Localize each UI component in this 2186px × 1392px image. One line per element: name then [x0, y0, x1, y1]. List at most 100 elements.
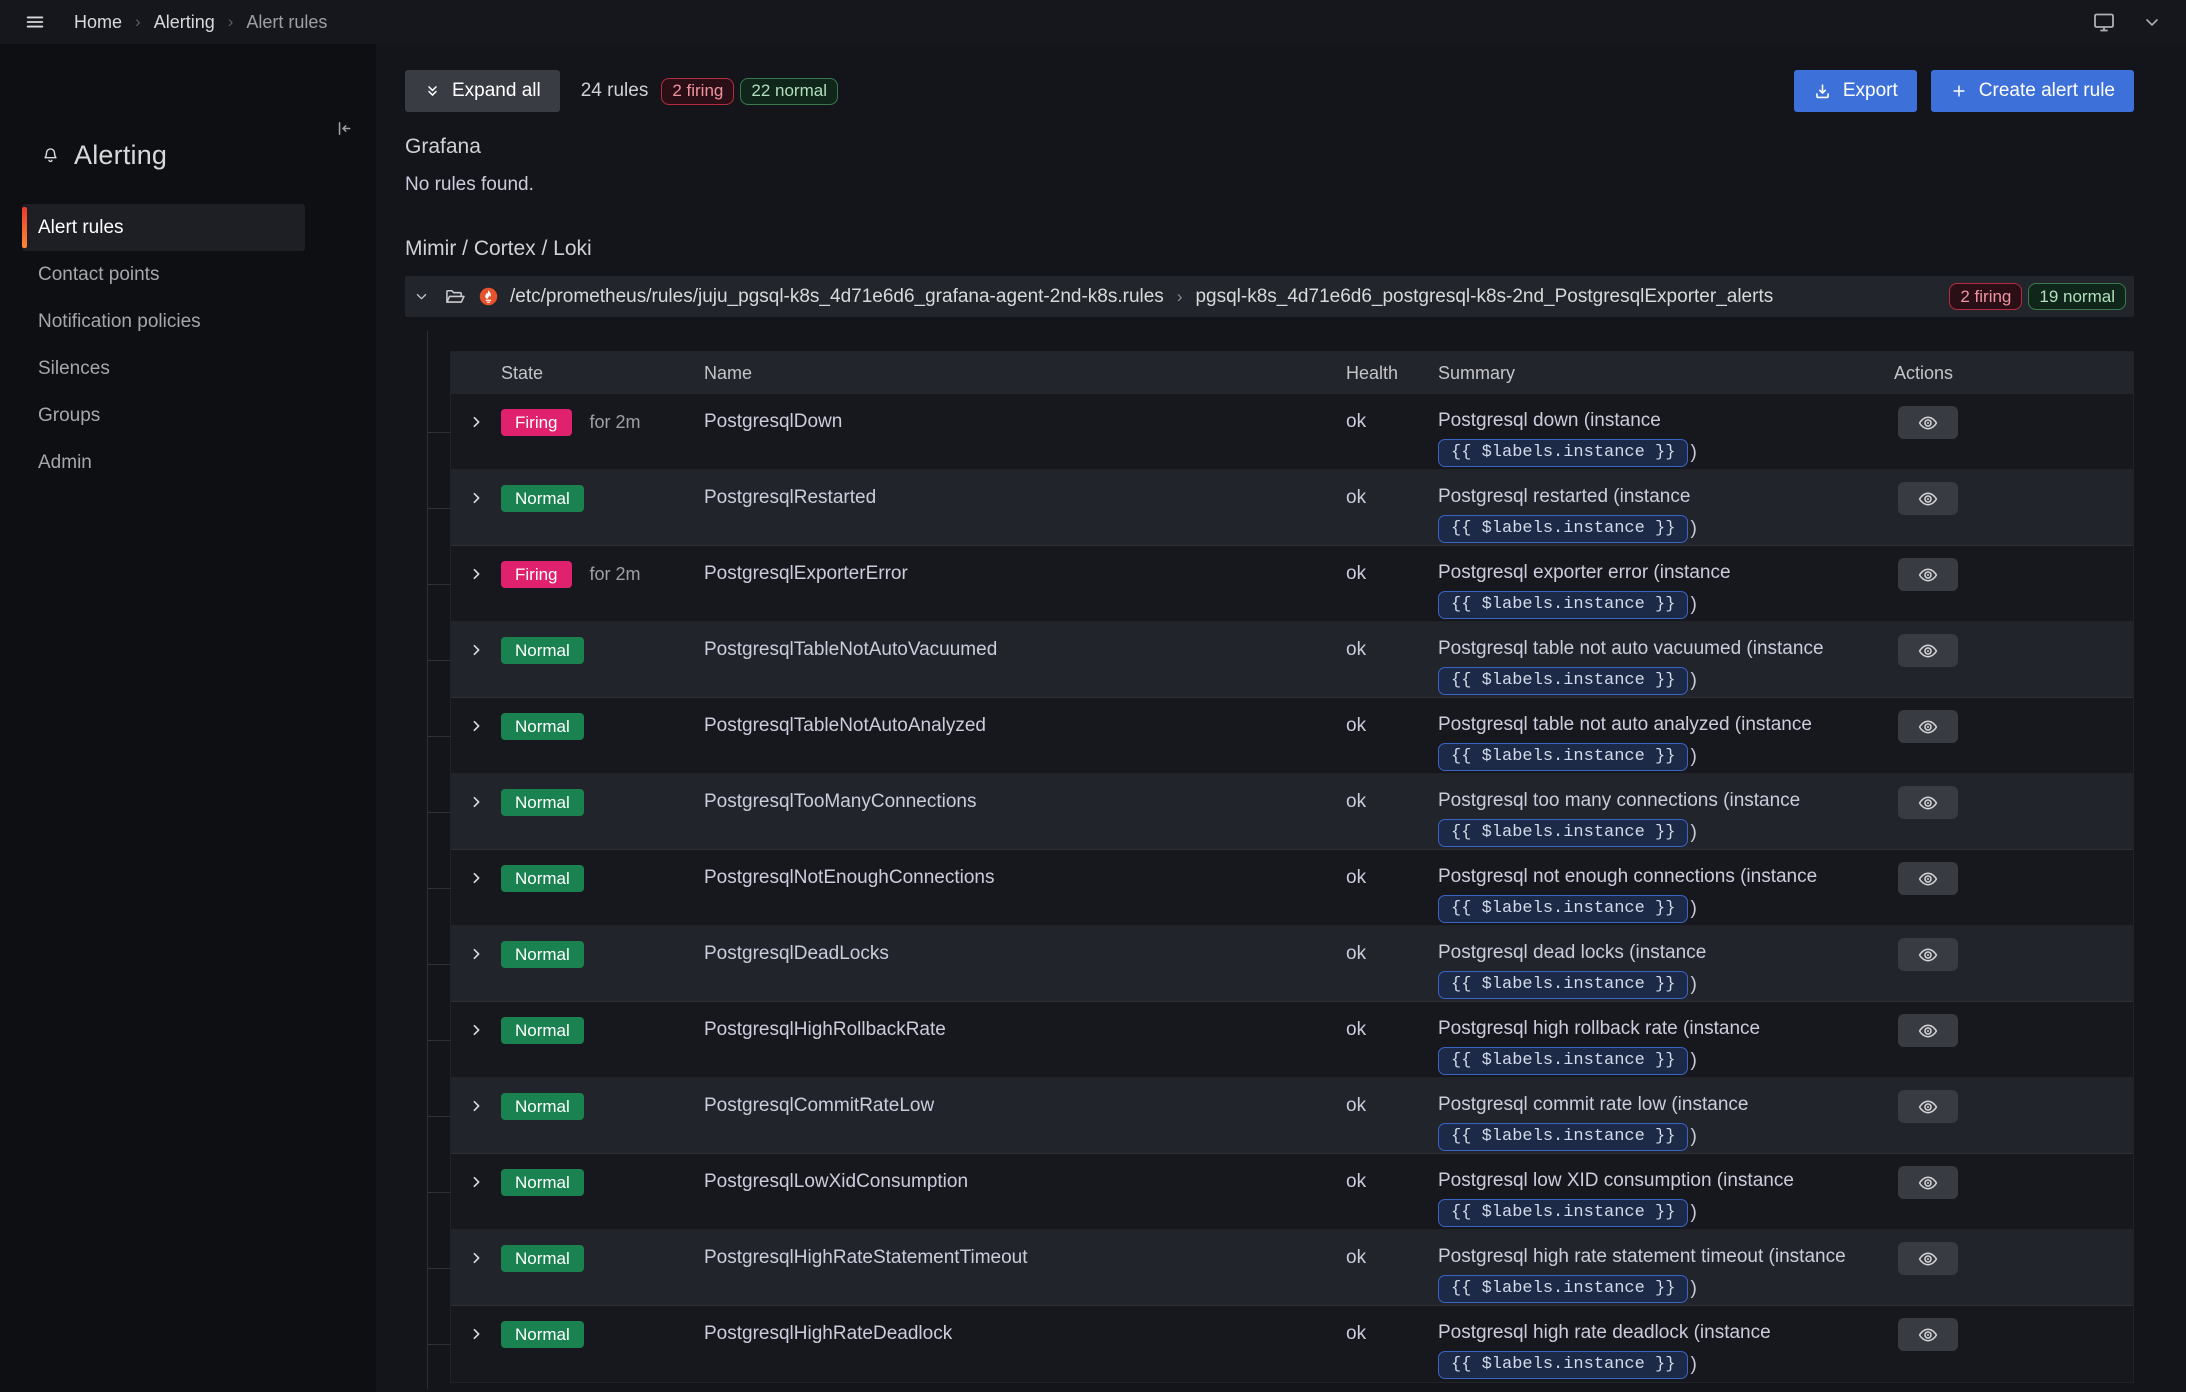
rule-summary: Postgresql too many connections (instanc… [1438, 790, 1894, 812]
sidebar-item-label: Notification policies [38, 311, 201, 333]
rule-summary: Postgresql high rollback rate (instance [1438, 1018, 1894, 1040]
label-template-chip: {{ $labels.instance }} [1438, 515, 1688, 543]
expand-all-button[interactable]: Expand all [405, 70, 560, 112]
state-badge: Firing [501, 561, 572, 588]
sidebar-item-groups[interactable]: Groups [22, 392, 305, 439]
rule-name: PostgresqlExporterError [704, 546, 1346, 622]
view-rule-button[interactable] [1898, 1166, 1958, 1199]
state-badge: Normal [501, 485, 584, 512]
view-rule-button[interactable] [1898, 406, 1958, 439]
expand-row-icon[interactable] [468, 1098, 484, 1154]
expand-row-icon[interactable] [468, 794, 484, 850]
expand-row-icon[interactable] [468, 490, 484, 546]
summary-suffix: ) [1690, 1278, 1696, 1300]
label-template-chip: {{ $labels.instance }} [1438, 819, 1688, 847]
state-badge: Normal [501, 941, 584, 968]
table-row: Normal PostgresqlNotEnoughConnections ok… [451, 850, 2133, 926]
state-badge: Normal [501, 1245, 584, 1272]
state-badge: Normal [501, 713, 584, 740]
label-template-chip: {{ $labels.instance }} [1438, 1351, 1688, 1379]
section-title-grafana: Grafana [405, 135, 2134, 159]
summary-suffix: ) [1690, 1354, 1696, 1376]
rule-summary: Postgresql low XID consumption (instance [1438, 1170, 1894, 1192]
expand-row-icon[interactable] [468, 414, 484, 470]
expand-row-icon[interactable] [468, 1022, 484, 1078]
monitor-icon[interactable] [2092, 10, 2116, 34]
state-badge: Normal [501, 1169, 584, 1196]
rule-health: ok [1346, 394, 1438, 470]
collapse-sidebar-icon[interactable] [333, 118, 354, 139]
sidebar-item-label: Alert rules [38, 217, 124, 239]
table-row: Normal PostgresqlTableNotAutoAnalyzed ok… [451, 698, 2133, 774]
rule-summary: Postgresql down (instance [1438, 410, 1894, 432]
view-rule-button[interactable] [1898, 862, 1958, 895]
summary-suffix: ) [1690, 442, 1696, 464]
rule-group-header[interactable]: /etc/prometheus/rules/juju_pgsql-k8s_4d7… [405, 276, 2134, 317]
state-duration: for 2m [590, 561, 641, 588]
view-rule-button[interactable] [1898, 1242, 1958, 1275]
eye-icon [1917, 564, 1939, 586]
export-label: Export [1843, 80, 1898, 102]
table-header-row: State Name Health Summary Actions [451, 352, 2133, 394]
table-row: Normal PostgresqlDeadLocks ok Postgresql… [451, 926, 2133, 1002]
expand-row-icon[interactable] [468, 1250, 484, 1306]
eye-icon [1917, 716, 1939, 738]
view-rule-button[interactable] [1898, 710, 1958, 743]
view-rule-button[interactable] [1898, 1318, 1958, 1351]
view-rule-button[interactable] [1898, 786, 1958, 819]
eye-icon [1917, 1172, 1939, 1194]
chevron-down-icon[interactable] [2142, 12, 2162, 32]
view-rule-button[interactable] [1898, 634, 1958, 667]
create-alert-rule-button[interactable]: Create alert rule [1931, 70, 2134, 112]
breadcrumb-home[interactable]: Home [74, 12, 122, 33]
menu-icon[interactable] [24, 11, 46, 33]
sidebar-item-admin[interactable]: Admin [22, 439, 305, 486]
table-row: Normal PostgresqlLowXidConsumption ok Po… [451, 1154, 2133, 1230]
breadcrumb-separator-icon: › [228, 12, 234, 32]
eye-icon [1917, 944, 1939, 966]
view-rule-button[interactable] [1898, 482, 1958, 515]
sidebar-item-notification-policies[interactable]: Notification policies [22, 298, 305, 345]
expand-row-icon[interactable] [468, 718, 484, 774]
view-rule-button[interactable] [1898, 938, 1958, 971]
label-template-chip: {{ $labels.instance }} [1438, 971, 1688, 999]
expand-row-icon[interactable] [468, 642, 484, 698]
summary-suffix: ) [1690, 518, 1696, 540]
label-template-chip: {{ $labels.instance }} [1438, 1047, 1688, 1075]
label-template-chip: {{ $labels.instance }} [1438, 1199, 1688, 1227]
rules-toolbar: Expand all 24 rules 2 firing 22 normal E… [405, 70, 2134, 112]
rules-count: 24 rules [581, 80, 649, 102]
expand-row-icon[interactable] [468, 1326, 484, 1382]
eye-icon [1917, 1248, 1939, 1270]
header-summary: Summary [1438, 363, 1894, 384]
view-rule-button[interactable] [1898, 1090, 1958, 1123]
sidebar-item-alert-rules[interactable]: Alert rules [22, 204, 305, 251]
header-state: State [501, 363, 704, 384]
breadcrumb-alerting[interactable]: Alerting [154, 12, 215, 33]
view-rule-button[interactable] [1898, 558, 1958, 591]
main-content: Expand all 24 rules 2 firing 22 normal E… [376, 44, 2186, 1392]
sidebar-item-contact-points[interactable]: Contact points [22, 251, 305, 298]
rule-name: PostgresqlCommitRateLow [704, 1078, 1346, 1154]
table-row: Normal PostgresqlHighRateStatementTimeou… [451, 1230, 2133, 1306]
header-health: Health [1346, 363, 1438, 384]
rule-health: ok [1346, 470, 1438, 546]
state-badge: Normal [501, 1321, 584, 1348]
summary-suffix: ) [1690, 1126, 1696, 1148]
expand-row-icon[interactable] [468, 1174, 484, 1230]
rule-health: ok [1346, 1154, 1438, 1230]
sidebar-item-silences[interactable]: Silences [22, 345, 305, 392]
expand-row-icon[interactable] [468, 566, 484, 622]
expand-row-icon[interactable] [468, 946, 484, 1002]
state-badge: Normal [501, 1017, 584, 1044]
expand-row-icon[interactable] [468, 870, 484, 926]
group-separator-icon: › [1177, 287, 1183, 307]
breadcrumb: Home › Alerting › Alert rules [74, 12, 327, 33]
collapse-group-icon[interactable] [414, 289, 429, 304]
table-row: Normal PostgresqlRestarted ok Postgresql… [451, 470, 2133, 546]
rule-name: PostgresqlTooManyConnections [704, 774, 1346, 850]
rule-summary: Postgresql restarted (instance [1438, 486, 1894, 508]
page-title: Alerting [74, 140, 167, 171]
view-rule-button[interactable] [1898, 1014, 1958, 1047]
export-button[interactable]: Export [1794, 70, 1917, 112]
